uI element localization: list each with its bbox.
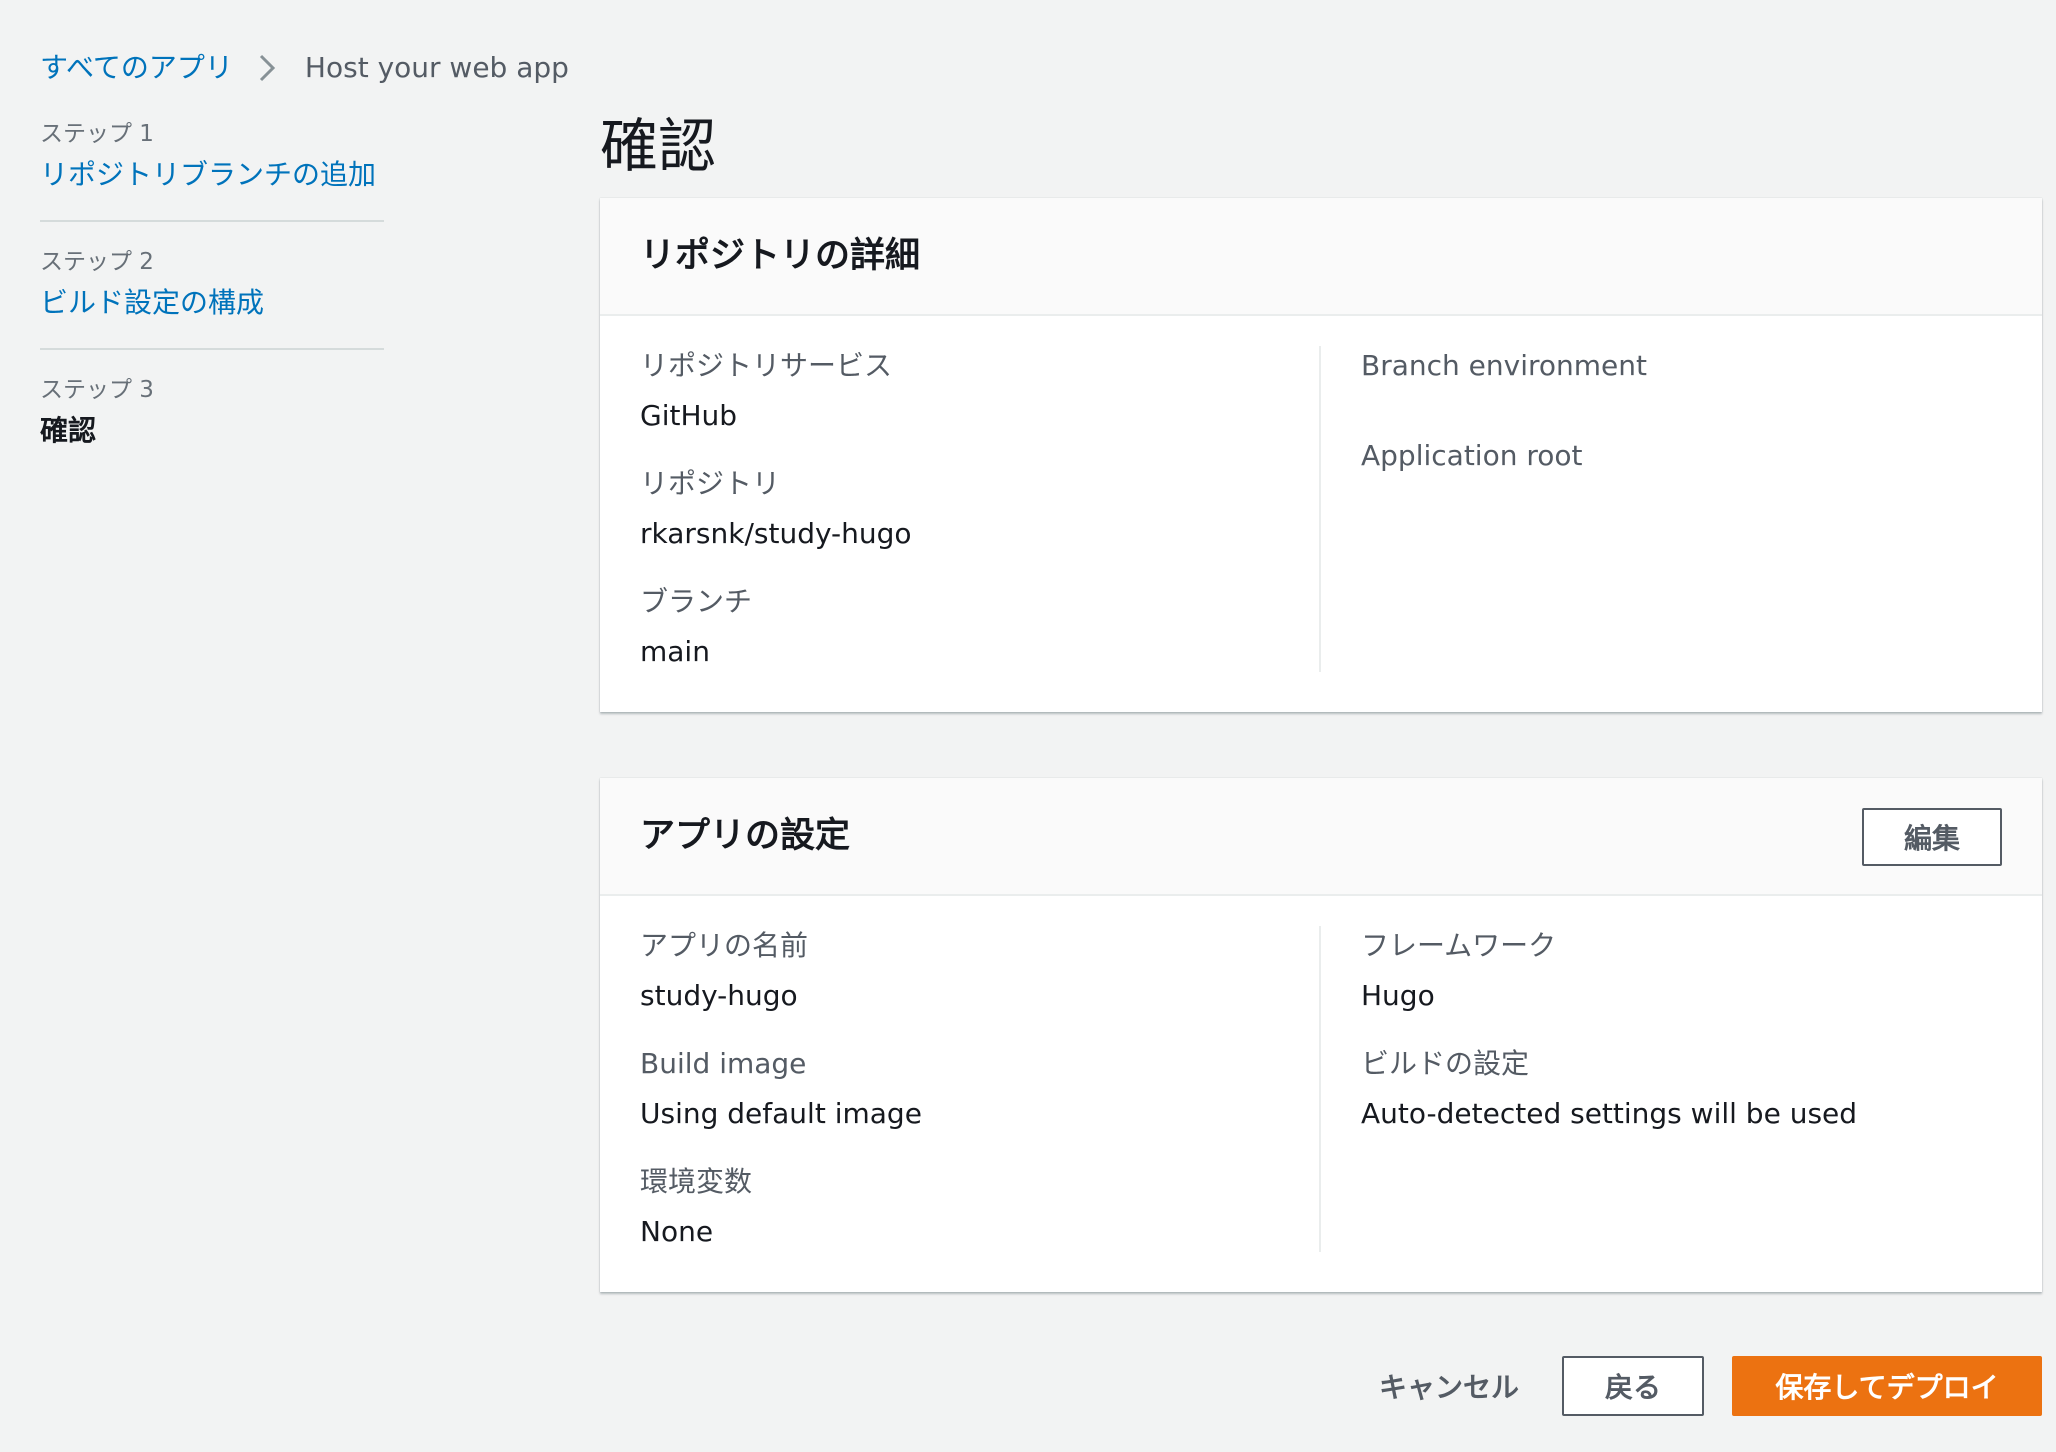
panel-title: リポジトリの詳細 xyxy=(640,236,921,276)
key-value-pair: ブランチ main xyxy=(640,582,1279,672)
kv-value: main xyxy=(640,635,710,668)
kv-value: study-hugo xyxy=(640,979,798,1012)
panel-header: リポジトリの詳細 xyxy=(600,198,2042,316)
kv-value: None xyxy=(640,1215,714,1248)
step-2-link[interactable]: ビルド設定の構成 xyxy=(40,282,384,324)
chevron-right-icon xyxy=(249,48,287,88)
step-3-current: 確認 xyxy=(40,414,97,447)
kv-value: GitHub xyxy=(640,399,738,432)
panel-body: リポジトリサービス GitHub リポジトリ rkarsnk/study-hug… xyxy=(600,316,2042,712)
wizard-step-1: ステップ 1 リポジトリブランチの追加 xyxy=(40,118,384,222)
kv-key: 環境変数 xyxy=(640,1165,753,1198)
kv-value: Auto-detected settings will be used xyxy=(1361,1097,1858,1130)
repository-details-panel: リポジトリの詳細 リポジトリサービス GitHub リポジトリ rkarsnk/… xyxy=(600,198,2042,712)
step-label: ステップ 1 xyxy=(40,121,154,147)
breadcrumb-all-apps-link[interactable]: すべてのアプリ xyxy=(40,48,233,88)
kv-value: Using default image xyxy=(640,1097,922,1130)
key-value-pair: Application root xyxy=(1361,436,2002,476)
save-and-deploy-button[interactable]: 保存してデプロイ xyxy=(1732,1356,2042,1416)
breadcrumb-current: Host your web app xyxy=(304,51,569,84)
wizard-steps: ステップ 1 リポジトリブランチの追加 ステップ 2 ビルド設定の構成 ステップ… xyxy=(40,118,384,500)
kv-value: Hugo xyxy=(1361,979,1435,1012)
kv-key: ビルドの設定 xyxy=(1361,1047,1530,1080)
panel-header: アプリの設定 編集 xyxy=(600,778,2042,896)
kv-key: フレームワーク xyxy=(1361,929,1557,962)
kv-key: アプリの名前 xyxy=(640,929,809,962)
kv-key: Branch environment xyxy=(1361,349,1647,382)
kv-key: Application root xyxy=(1361,439,1583,472)
step-1-link[interactable]: リポジトリブランチの追加 xyxy=(40,154,384,196)
kv-key: リポジトリサービス xyxy=(640,349,893,382)
kv-value: rkarsnk/study-hugo xyxy=(640,517,912,550)
wizard-step-2: ステップ 2 ビルド設定の構成 xyxy=(40,246,384,350)
key-value-pair: リポジトリ rkarsnk/study-hugo xyxy=(640,464,1279,554)
page-title: 確認 xyxy=(600,112,717,180)
back-button[interactable]: 戻る xyxy=(1562,1356,1704,1416)
left-column: アプリの名前 study-hugo Build image Using defa… xyxy=(640,926,1321,1252)
breadcrumb: すべてのアプリ Host your web app xyxy=(40,48,569,88)
wizard-actions: キャンセル 戻る 保存してデプロイ xyxy=(1364,1356,2042,1416)
key-value-pair: リポジトリサービス GitHub xyxy=(640,346,1279,436)
key-value-pair: フレームワーク Hugo xyxy=(1361,926,2002,1016)
kv-key: ブランチ xyxy=(640,585,753,618)
cancel-button[interactable]: キャンセル xyxy=(1364,1356,1534,1416)
key-value-pair: Branch environment xyxy=(1361,346,2002,386)
panel-title: アプリの設定 xyxy=(640,816,851,856)
key-value-pair: Build image Using default image xyxy=(640,1044,1279,1134)
kv-key: Build image xyxy=(640,1047,807,1080)
kv-key: リポジトリ xyxy=(640,467,781,500)
app-settings-panel: アプリの設定 編集 アプリの名前 study-hugo Build image … xyxy=(600,778,2042,1292)
right-column: Branch environment Application root xyxy=(1321,346,2002,672)
left-column: リポジトリサービス GitHub リポジトリ rkarsnk/study-hug… xyxy=(640,346,1321,672)
step-label: ステップ 3 xyxy=(40,377,154,403)
right-column: フレームワーク Hugo ビルドの設定 Auto-detected settin… xyxy=(1321,926,2002,1252)
key-value-pair: 環境変数 None xyxy=(640,1162,1279,1252)
step-label: ステップ 2 xyxy=(40,249,154,275)
panel-body: アプリの名前 study-hugo Build image Using defa… xyxy=(600,896,2042,1292)
key-value-pair: アプリの名前 study-hugo xyxy=(640,926,1279,1016)
key-value-pair: ビルドの設定 Auto-detected settings will be us… xyxy=(1361,1044,2002,1134)
wizard-step-3: ステップ 3 確認 xyxy=(40,374,384,476)
edit-button[interactable]: 編集 xyxy=(1862,808,2002,866)
